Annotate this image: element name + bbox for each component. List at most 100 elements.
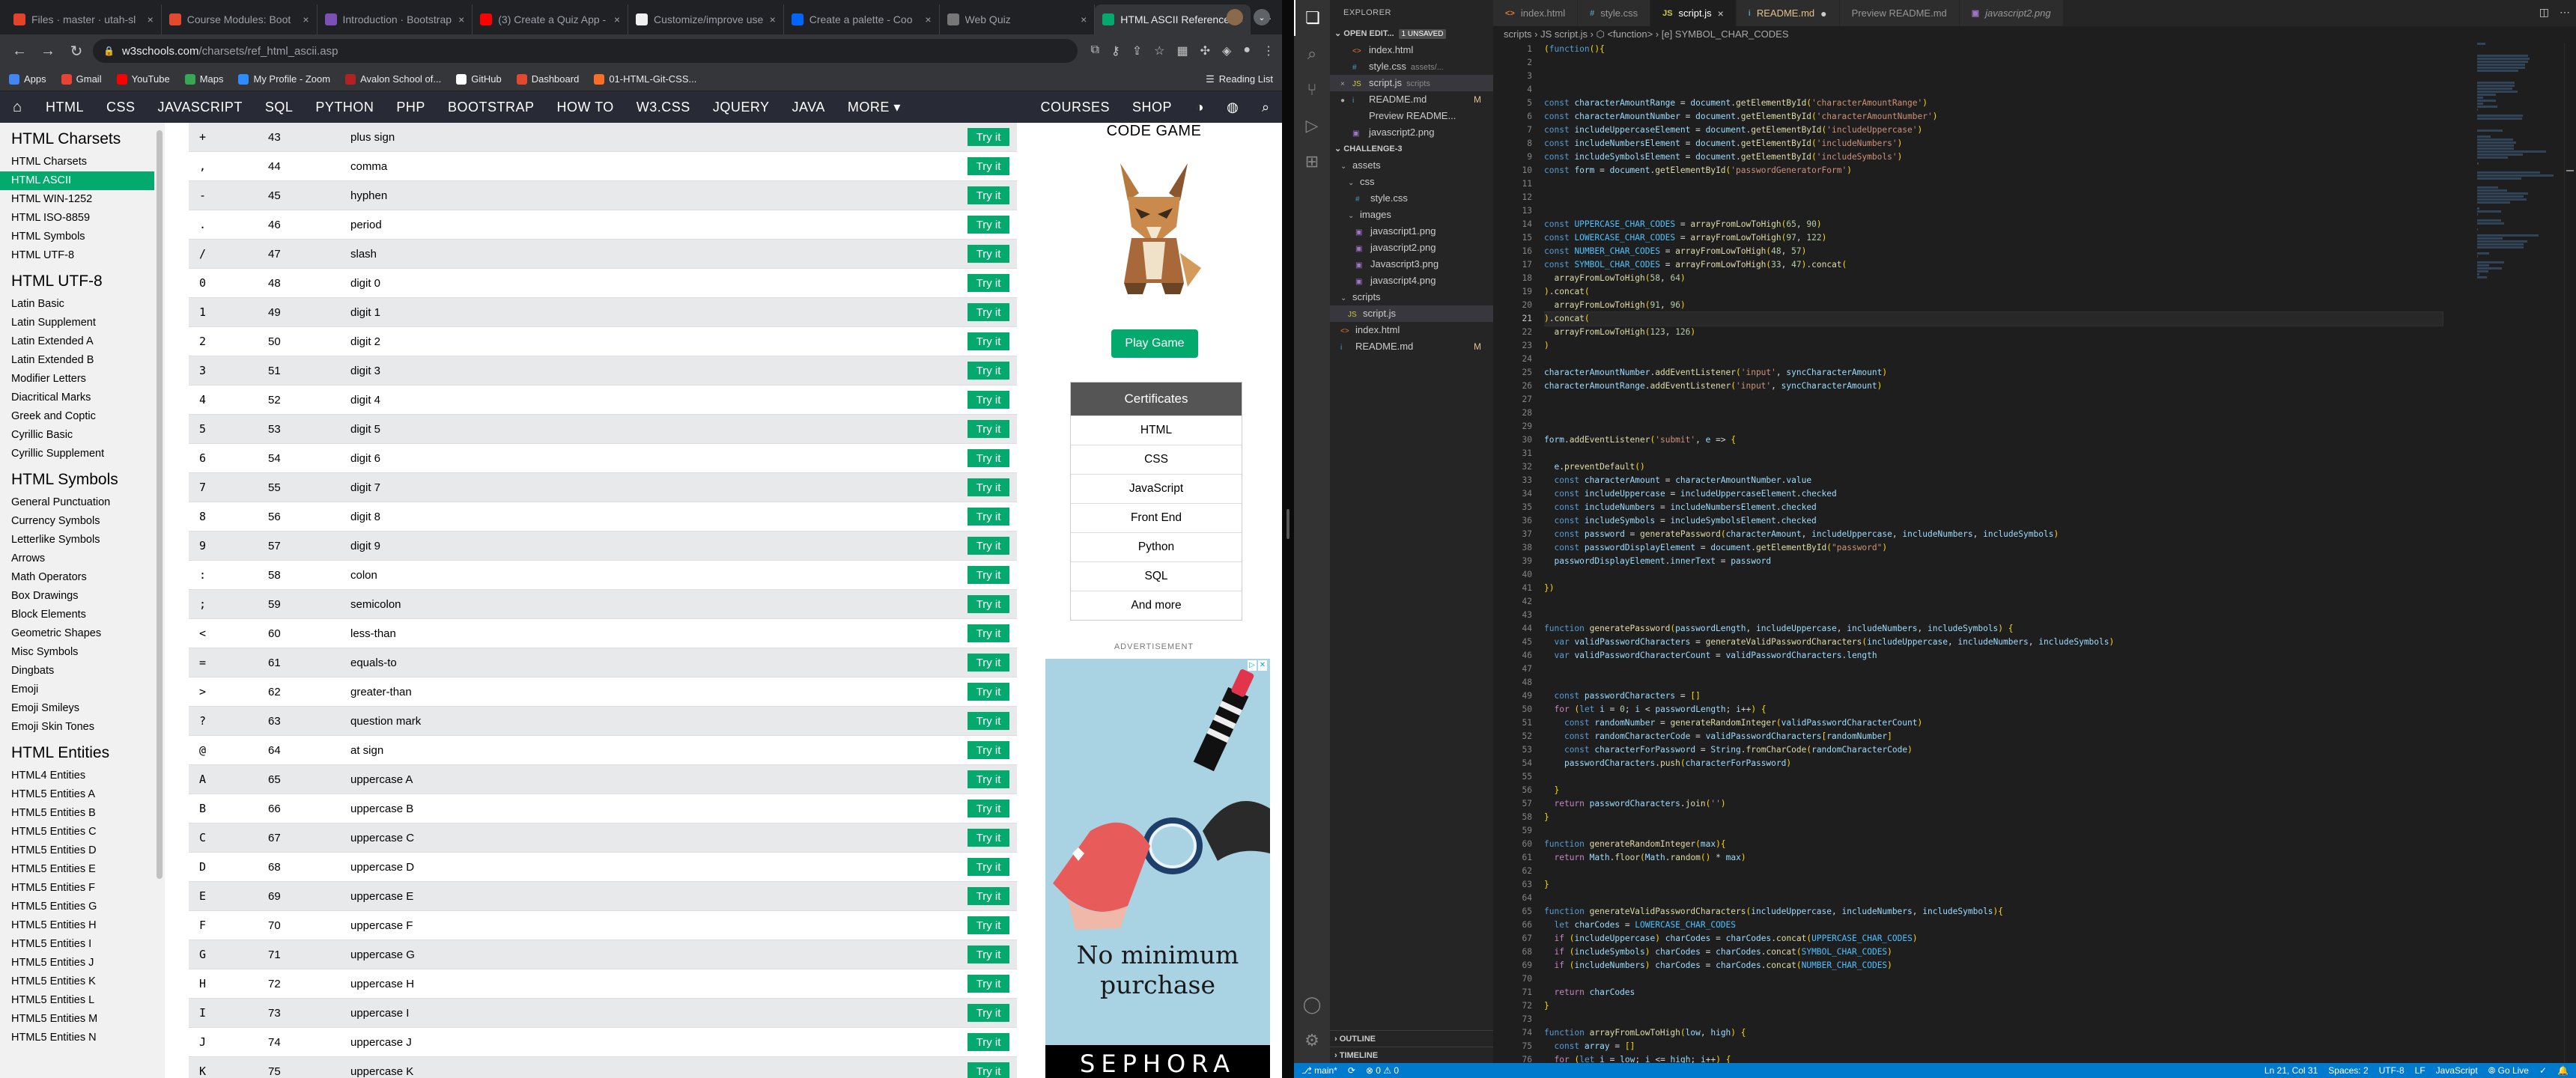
account-icon[interactable]: ◯ [1294,987,1330,1023]
code-line[interactable]: ).concat( [1544,311,2443,326]
certificate-link[interactable]: Front End [1071,503,1242,532]
try-it-button[interactable]: Try it [967,128,1009,146]
code-line[interactable]: const characterAmount = characterAmountN… [1544,474,2518,487]
status-item[interactable]: ⊗ 0 ⚠ 0 [1366,1065,1399,1076]
sidebar-link[interactable]: HTML5 Entities N [0,1029,154,1047]
sidebar-link[interactable]: HTML4 Entities [0,767,154,785]
tab-search-icon[interactable]: ⌄ [1254,9,1270,25]
sidebar-link[interactable]: Misc Symbols [0,643,154,662]
tree-file[interactable]: JS script.js [1330,305,1493,322]
code-line[interactable]: if (includeUppercase) charCodes = charCo… [1544,932,2518,945]
code-editor[interactable]: (function(){ const characterAmountRange … [1544,43,2518,1063]
status-item[interactable]: LF [2415,1065,2425,1076]
settings-gear-icon[interactable]: ⚙ [1294,1023,1330,1059]
code-line[interactable]: arrayFromLowToHigh(58, 64) [1544,272,2518,285]
try-it-button[interactable]: Try it [967,887,1009,905]
code-line[interactable] [1544,663,2518,676]
code-line[interactable]: const characterAmountRange = document.ge… [1544,97,2518,110]
try-it-button[interactable]: Try it [967,654,1009,672]
open-editor-item[interactable]: × JS script.js scripts [1330,75,1493,91]
sidebar-link[interactable]: Cyrillic Basic [0,426,154,445]
unsaved-dot-icon[interactable]: ● [1820,7,1826,19]
code-line[interactable] [1544,204,2518,218]
profile-icon[interactable]: ● [1243,43,1251,58]
try-it-button[interactable]: Try it [967,362,1009,380]
try-it-button[interactable]: Try it [967,420,1009,438]
extension-icon[interactable]: ▦ [1176,43,1188,58]
nav-item[interactable]: CSS [95,100,147,115]
try-it-button[interactable]: Try it [967,975,1009,993]
tree-file[interactable]: ▣ javascript2.png [1330,240,1493,256]
nav-item[interactable]: MORE ▾ [836,100,912,115]
open-editor-item[interactable]: <> index.html [1330,42,1493,58]
code-line[interactable]: return passwordCharacters.join('') [1544,797,2518,811]
code-line[interactable]: const password = generatePassword(charac… [1544,528,2518,541]
code-line[interactable] [1544,83,2518,97]
code-line[interactable]: } [1544,784,2518,797]
code-line[interactable] [1544,972,2518,986]
code-line[interactable]: const includeNumbersElement = document.g… [1544,137,2518,150]
code-line[interactable]: }) [1544,582,2518,595]
split-divider[interactable] [1282,0,1294,1078]
code-line[interactable] [1544,892,2518,905]
browser-tab[interactable]: Course Modules: Boot × [162,4,318,34]
code-line[interactable]: const LOWERCASE_CHAR_CODES = arrayFromLo… [1544,231,2518,245]
code-line[interactable] [1544,770,2518,784]
code-line[interactable]: form.addEventListener('submit', e => { [1544,433,2518,447]
split-editor-icon[interactable]: ◫ [2539,6,2549,19]
code-line[interactable]: const includeSymbolsElement = document.g… [1544,150,2518,164]
code-line[interactable]: const array = [] [1544,1040,2518,1053]
sidebar-link[interactable]: HTML Symbols [0,228,154,246]
nav-item[interactable]: W3.CSS [625,100,702,115]
nav-item[interactable]: HTML [34,100,95,115]
tab-close-icon[interactable]: × [770,13,776,25]
close-icon[interactable]: × [1340,76,1352,91]
search-icon[interactable]: ⌕ [1249,100,1282,115]
breadcrumb[interactable]: scripts › JS script.js › ⬡ <function> › … [1493,26,2576,43]
sidebar-link[interactable]: HTML5 Entities A [0,785,154,804]
code-line[interactable]: } [1544,999,2518,1013]
tree-file[interactable]: ▣ javascript4.png [1330,272,1493,289]
status-item[interactable]: Ln 21, Col 31 [2264,1065,2318,1076]
bookmark-item[interactable]: My Profile - Zoom [238,73,330,85]
code-line[interactable]: if (includeSymbols) charCodes = charCode… [1544,945,2518,959]
more-actions-icon[interactable]: ⋯ [2560,6,2570,19]
tab-close-icon[interactable]: × [303,13,309,25]
editor-tab[interactable]: Preview README.md [1839,0,1960,26]
tree-file[interactable]: ▣ Javascript3.png [1330,256,1493,272]
browser-tab[interactable]: Introduction · Bootstrap × [318,4,473,34]
search-icon[interactable]: ⌕ [1294,36,1330,72]
project-folder-header[interactable]: ⌄ CHALLENGE-3 [1330,141,1493,157]
certificate-link[interactable]: SQL [1071,561,1242,591]
code-line[interactable]: ).concat( [1544,285,2518,299]
try-it-button[interactable]: Try it [967,186,1009,204]
editor-tab[interactable]: ▣ javascript2.png [1959,0,2064,26]
sidebar-link[interactable]: HTML5 Entities D [0,841,154,860]
browser-tab[interactable]: Web Quiz × [940,4,1096,34]
sephora-ad[interactable]: ▷ ✕ No minimum purchase SEPHORA [1045,659,1270,1078]
nav-item[interactable]: PHP [385,100,437,115]
try-it-button[interactable]: Try it [967,478,1009,496]
nav-item[interactable]: JQUERY [702,100,781,115]
browser-tab[interactable]: Create a palette - Coo × [784,4,940,34]
nav-item[interactable]: COURSES [1029,100,1121,115]
code-line[interactable]: const randomCharacterCode = validPasswor… [1544,730,2518,743]
editor-tab[interactable]: <> index.html [1493,0,1579,26]
status-item[interactable]: Spaces: 2 [2328,1065,2368,1076]
code-line[interactable]: (function(){ [1544,43,2518,56]
sidebar-link[interactable]: HTML WIN-1252 [0,190,154,209]
try-it-button[interactable]: Try it [967,332,1009,350]
menu-dots-icon[interactable]: ⋮ [1263,43,1275,58]
key-icon[interactable]: ⚷ [1111,43,1120,58]
code-line[interactable] [1544,406,2518,420]
sidebar-link[interactable]: Emoji [0,680,154,699]
code-line[interactable]: const form = document.getElementById('pa… [1544,164,2518,177]
try-it-button[interactable]: Try it [967,800,1009,817]
code-line[interactable] [1544,177,2518,191]
try-it-button[interactable]: Try it [967,624,1009,642]
nav-item[interactable]: SQL [254,100,305,115]
bookmark-item[interactable]: Apps [9,73,46,85]
sidebar-link[interactable]: Emoji Smileys [0,699,154,718]
nav-item[interactable]: JAVASCRIPT [147,100,254,115]
try-it-button[interactable]: Try it [967,1033,1009,1051]
